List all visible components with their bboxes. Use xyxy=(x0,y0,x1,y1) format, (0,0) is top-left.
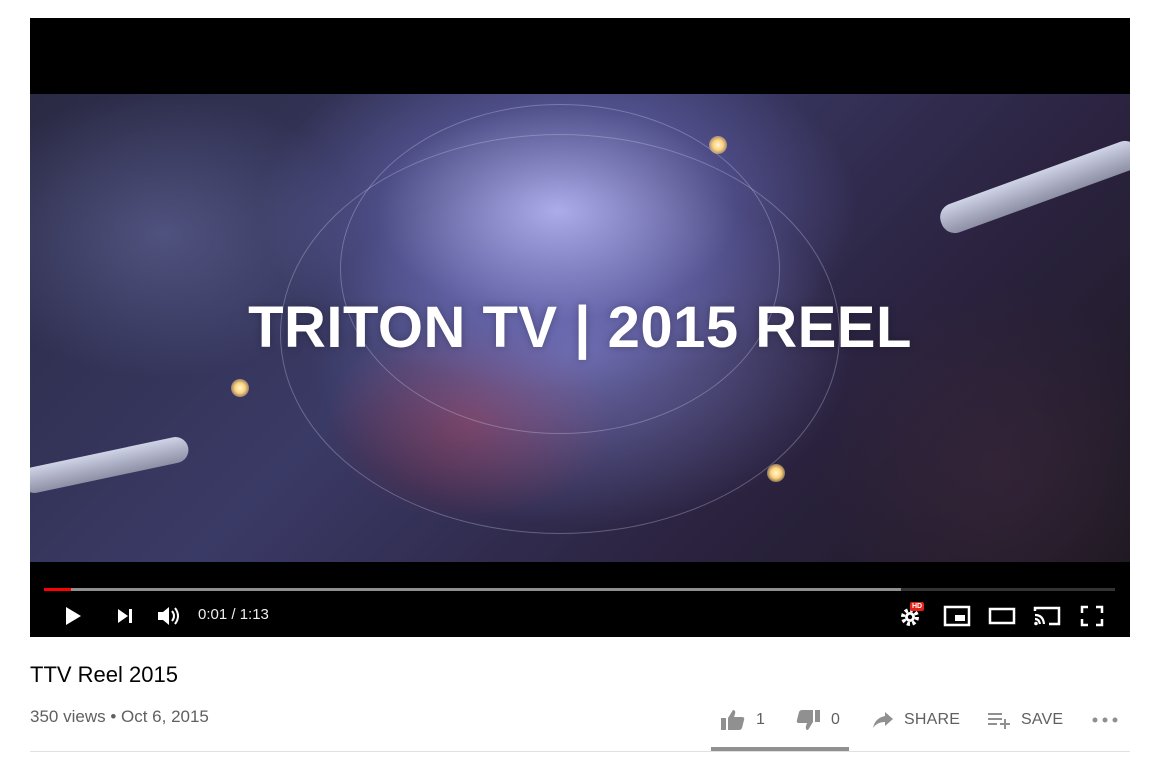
share-icon xyxy=(873,712,893,728)
cast-icon xyxy=(1033,606,1061,626)
hd-badge: HD xyxy=(910,602,925,611)
video-frame-light xyxy=(231,379,249,397)
cast-button[interactable] xyxy=(1032,602,1062,630)
share-button[interactable]: SHARE xyxy=(872,700,960,740)
dislike-count: 0 xyxy=(831,711,841,728)
volume-icon xyxy=(158,607,179,625)
decorative-ring xyxy=(340,104,780,434)
video-frame-branch xyxy=(936,136,1130,238)
save-button[interactable]: SAVE xyxy=(987,700,1063,740)
video-overlay-title: TRITON TV | 2015 REEL xyxy=(248,295,912,360)
more-actions-button[interactable] xyxy=(1092,700,1118,740)
thumbs-down-icon xyxy=(796,710,820,730)
playlist-add-icon xyxy=(988,713,1010,729)
miniplayer-icon xyxy=(943,605,971,627)
fullscreen-button[interactable] xyxy=(1077,602,1107,630)
fullscreen-icon xyxy=(1080,605,1104,627)
divider xyxy=(30,751,1130,752)
theater-mode-button[interactable] xyxy=(987,602,1017,630)
next-button[interactable] xyxy=(110,602,140,630)
like-button[interactable]: 1 xyxy=(720,700,765,740)
play-button[interactable] xyxy=(58,602,88,630)
share-label: SHARE xyxy=(904,711,961,728)
save-label: SAVE xyxy=(1021,711,1064,728)
progress-buffered xyxy=(44,588,901,591)
play-icon xyxy=(66,607,81,625)
thumbs-up-icon xyxy=(721,710,745,730)
like-count: 1 xyxy=(756,711,766,728)
progress-played xyxy=(44,588,71,591)
more-horizontal-icon xyxy=(1092,717,1118,723)
settings-button[interactable]: HD xyxy=(896,602,926,630)
video-frame-light xyxy=(709,136,727,154)
progress-bar[interactable] xyxy=(44,588,1115,591)
miniplayer-button[interactable] xyxy=(942,602,972,630)
video-frame[interactable]: TRITON TV | 2015 REEL xyxy=(30,94,1130,562)
dislike-button[interactable]: 0 xyxy=(795,700,840,740)
volume-button[interactable] xyxy=(154,602,184,630)
video-frame-light xyxy=(767,464,785,482)
player-controls: 0:01 / 1:13 HD xyxy=(30,596,1130,636)
video-meta: 350 views • Oct 6, 2015 xyxy=(30,707,209,726)
video-player[interactable]: TRITON TV | 2015 REEL 0:01 / 1:13 HD xyxy=(30,18,1130,637)
video-title: TTV Reel 2015 xyxy=(30,662,178,687)
theater-mode-icon xyxy=(988,607,1016,625)
skip-next-icon xyxy=(118,609,132,623)
video-frame-branch xyxy=(30,434,191,496)
time-display: 0:01 / 1:13 xyxy=(198,606,269,623)
